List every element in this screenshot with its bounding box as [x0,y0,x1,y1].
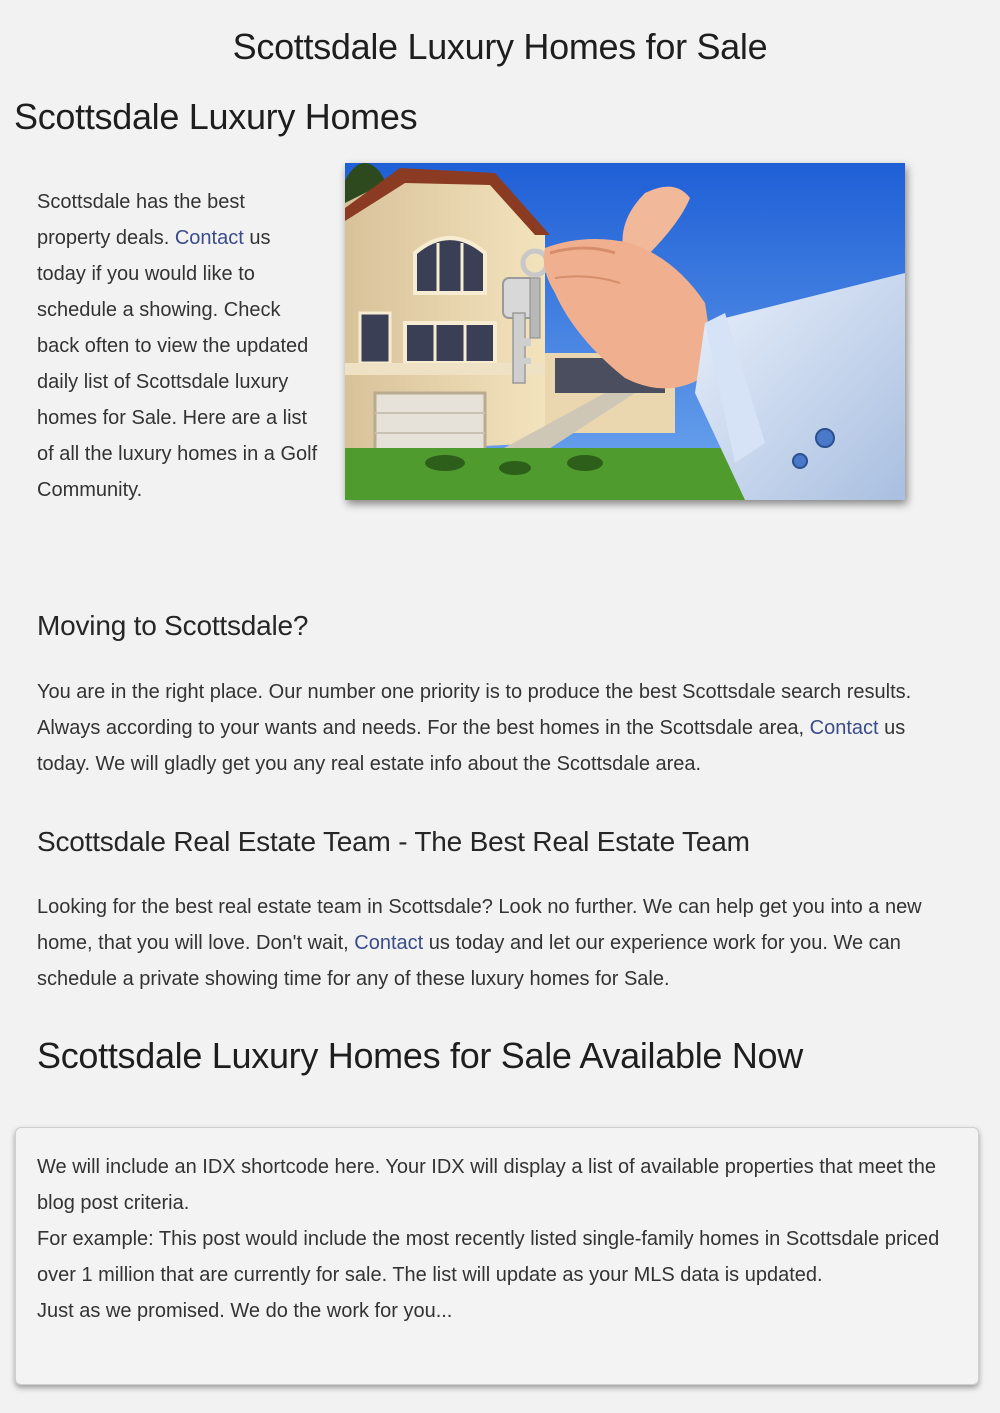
idx-line-1: We will include an IDX shortcode here. Y… [37,1156,936,1214]
moving-text-start: You are in the right place. Our number o… [37,681,912,739]
heading-real-estate-team: Scottsdale Real Estate Team - The Best R… [37,826,750,857]
intro-paragraph: Scottsdale has the best property deals. … [37,184,322,508]
section-heading-luxury-homes: Scottsdale Luxury Homes [14,96,418,137]
idx-listings-box: We will include an IDX shortcode here. Y… [15,1127,979,1385]
page-title: Scottsdale Luxury Homes for Sale [232,26,768,67]
contact-link-intro[interactable]: Contact [175,227,244,249]
intro-text-end: us today if you would like to schedule a… [37,227,318,501]
idx-line-2: For example: This post would include the… [37,1228,940,1286]
contact-link-moving[interactable]: Contact [810,717,879,739]
moving-paragraph: You are in the right place. Our number o… [37,674,962,782]
hero-image-house-keys [345,163,905,500]
idx-placeholder-text: We will include an IDX shortcode here. Y… [37,1149,957,1329]
team-paragraph: Looking for the best real estate team in… [37,889,962,997]
contact-link-team[interactable]: Contact [354,932,423,954]
house-keys-illustration [345,163,905,500]
heading-moving-to-scottsdale: Moving to Scottsdale? [37,610,309,641]
idx-line-3: Just as we promised. We do the work for … [37,1300,453,1322]
heading-available-now: Scottsdale Luxury Homes for Sale Availab… [37,1035,803,1076]
